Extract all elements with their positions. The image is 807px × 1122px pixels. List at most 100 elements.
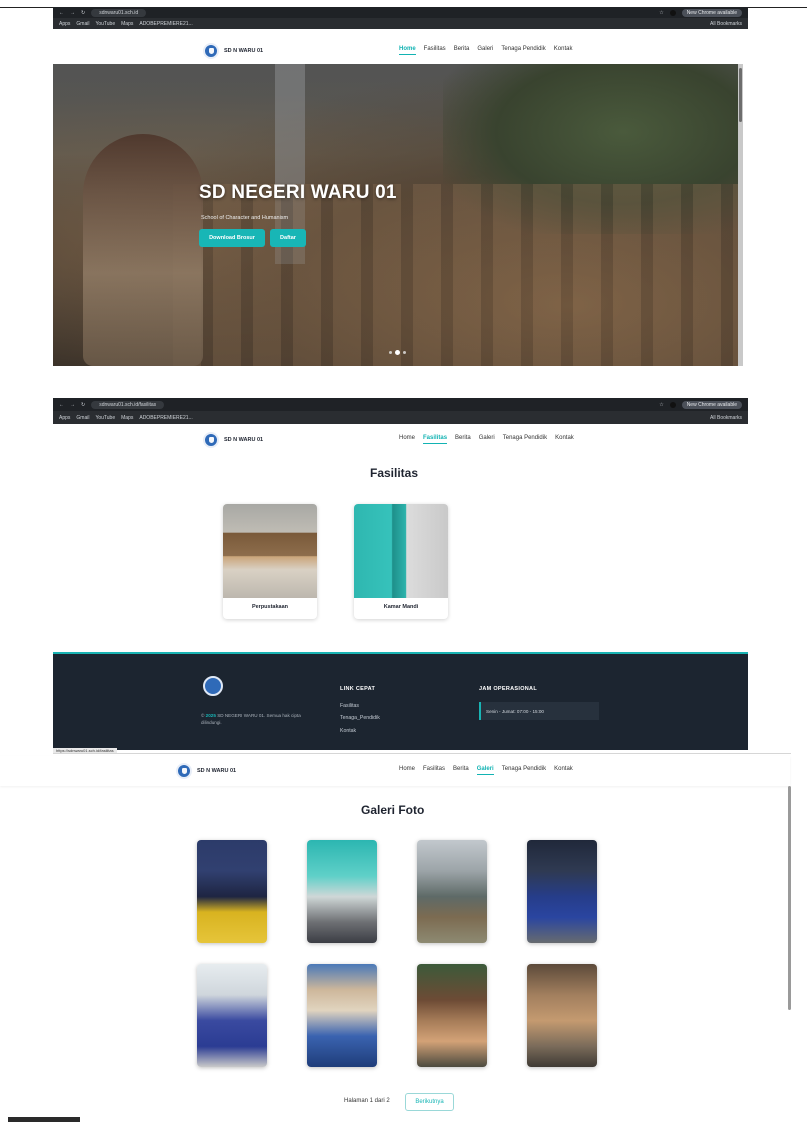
star-icon[interactable]: ☆ [659,10,663,16]
nav-tenaga-pendidik[interactable]: Tenaga Pendidik [503,435,547,444]
brand[interactable]: SD N WARU 01 [203,42,264,59]
address-bar[interactable]: sdnwaru01.sch.id [91,8,147,17]
site-navbar-home: SD N WARU 01 Home Fasilitas Berita Galer… [53,37,743,64]
nav-fasilitas[interactable]: Fasilitas [423,435,448,444]
all-bookmarks[interactable]: All Bookmarks [710,415,742,421]
forward-icon[interactable]: → [70,402,75,408]
brand-name: SD N WARU 01 [224,47,264,54]
fasilitas-title: Fasilitas [370,466,419,480]
carousel-dot[interactable] [403,351,406,354]
facility-card-kamar-mandi[interactable]: Kamar Mandi [354,504,448,619]
update-chip[interactable]: New Chrome available [681,8,742,17]
nav-kontak[interactable]: Kontak [554,46,573,55]
next-page-button[interactable]: Berikutnya [405,1093,454,1111]
brand-name: SD N WARU 01 [224,437,264,443]
bookmark-apps[interactable]: Apps [59,21,70,27]
brand-name: SD N WARU 01 [197,768,237,774]
divider [53,753,791,754]
footer-link-kontak[interactable]: Kontak [340,728,356,734]
profile-avatar[interactable] [669,401,676,408]
copyright-year: 2025 [205,713,216,718]
gallery-photo[interactable] [307,964,377,1067]
brand[interactable]: SD N WARU 01 [203,432,263,448]
site-navbar-galeri: SD N WARU 01 Home Fasilitas Berita Galer… [0,756,790,786]
perpustakaan-photo [223,504,317,598]
reload-icon[interactable]: ↻ [81,10,85,16]
bookmark-youtube[interactable]: YouTube [95,415,115,421]
nav-galeri[interactable]: Galeri [476,766,494,775]
nav-berita[interactable]: Berita [454,46,470,55]
school-logo-icon [203,432,219,448]
gallery-photo[interactable] [197,840,267,943]
gallery-photo[interactable] [417,964,487,1067]
bookmark-youtube[interactable]: YouTube [95,21,115,27]
address-bar[interactable]: sdnwaru01.sch.id/fasilitas [91,400,165,409]
gallery-photo[interactable] [197,964,267,1067]
carousel-indicators [389,350,406,355]
bookmark-gmail[interactable]: Gmail [76,415,89,421]
hero-tagline: School of Character and Humanism [201,215,289,221]
footer-logo-icon [203,676,223,696]
gallery-photo[interactable] [527,840,597,943]
bookmark-adobe[interactable]: ADOBEPREMIERE21... [139,21,192,27]
galeri-title: Galeri Foto [361,803,425,817]
reload-icon[interactable]: ↻ [81,402,85,408]
nav-fasilitas[interactable]: Fasilitas [423,766,445,775]
bookmark-adobe[interactable]: ADOBEPREMIERE21... [139,415,192,421]
nav-galeri[interactable]: Galeri [479,435,495,444]
star-icon[interactable]: ☆ [659,402,663,408]
brand[interactable]: SD N WARU 01 [176,763,236,779]
back-icon[interactable]: ← [59,402,64,408]
main-menu: Home Fasilitas Berita Galeri Tenaga Pend… [399,435,574,444]
all-bookmarks[interactable]: All Bookmarks [710,21,742,27]
forward-icon[interactable]: → [70,10,75,16]
nav-fasilitas[interactable]: Fasilitas [424,46,446,55]
nav-kontak[interactable]: Kontak [554,766,573,775]
nav-berita[interactable]: Berita [453,766,469,775]
copyright-text: SD NEGERI WARU 01. Semua hak cipta dilin… [201,713,301,725]
footer-link-tenaga-pendidik[interactable]: Tenaga_Pendidik [340,715,380,721]
nav-galeri[interactable]: Galeri [477,46,493,55]
scrollbar[interactable] [738,64,743,366]
main-menu: Home Fasilitas Berita Galeri Tenaga Pend… [399,46,572,55]
nav-kontak[interactable]: Kontak [555,435,574,444]
carousel-dot[interactable] [389,351,392,354]
scrollbar[interactable] [788,786,791,1010]
hero-photo-teacher [83,134,203,366]
gallery-photo[interactable] [417,840,487,943]
hours-heading: JAM OPERASIONAL [479,686,537,692]
browser-chrome: ← → ↻ sdnwaru01.sch.id ☆ New Chrome avai… [53,7,748,29]
nav-home[interactable]: Home [399,435,415,444]
nav-tenaga-pendidik[interactable]: Tenaga Pendidik [502,766,546,775]
hours-box: Senin - Jumat: 07:00 - 15:00 [479,702,599,720]
profile-avatar[interactable] [669,9,676,16]
school-logo-icon [176,763,192,779]
nav-home[interactable]: Home [399,46,416,55]
facility-card-perpustakaan[interactable]: Perpustakaan [223,504,317,619]
main-menu: Home Fasilitas Berita Galeri Tenaga Pend… [399,766,573,775]
gallery-photo[interactable] [307,840,377,943]
daftar-button[interactable]: Daftar [270,229,306,247]
pagination-info: Halaman 1 dari 2 [344,1098,390,1104]
update-chip[interactable]: New Chrome available [681,400,742,409]
gallery-photo[interactable] [527,964,597,1067]
carousel-dot-active[interactable] [395,350,400,355]
bookmark-maps[interactable]: Maps [121,415,133,421]
site-footer: © 2025 SD NEGERI WARU 01. Semua hak cipt… [53,652,748,750]
bookmark-gmail[interactable]: Gmail [76,21,89,27]
nav-tenaga-pendidik[interactable]: Tenaga Pendidik [501,46,545,55]
hero-photo-students [173,184,743,366]
footer-copyright: © 2025 SD NEGERI WARU 01. Semua hak cipt… [201,713,301,725]
status-tooltip [8,1117,80,1122]
hero-title: SD NEGERI WARU 01 [199,182,397,203]
nav-berita[interactable]: Berita [455,435,471,444]
back-icon[interactable]: ← [59,10,64,16]
download-brosur-button[interactable]: Download Brosur [199,229,265,247]
bookmark-apps[interactable]: Apps [59,415,70,421]
footer-link-fasilitas[interactable]: Fasilitas [340,703,359,709]
scroll-thumb[interactable] [739,68,742,122]
bookmark-maps[interactable]: Maps [121,21,133,27]
quick-links-heading: LINK CEPAT [340,686,376,692]
nav-home[interactable]: Home [399,766,415,775]
kamar-mandi-photo [354,504,448,598]
